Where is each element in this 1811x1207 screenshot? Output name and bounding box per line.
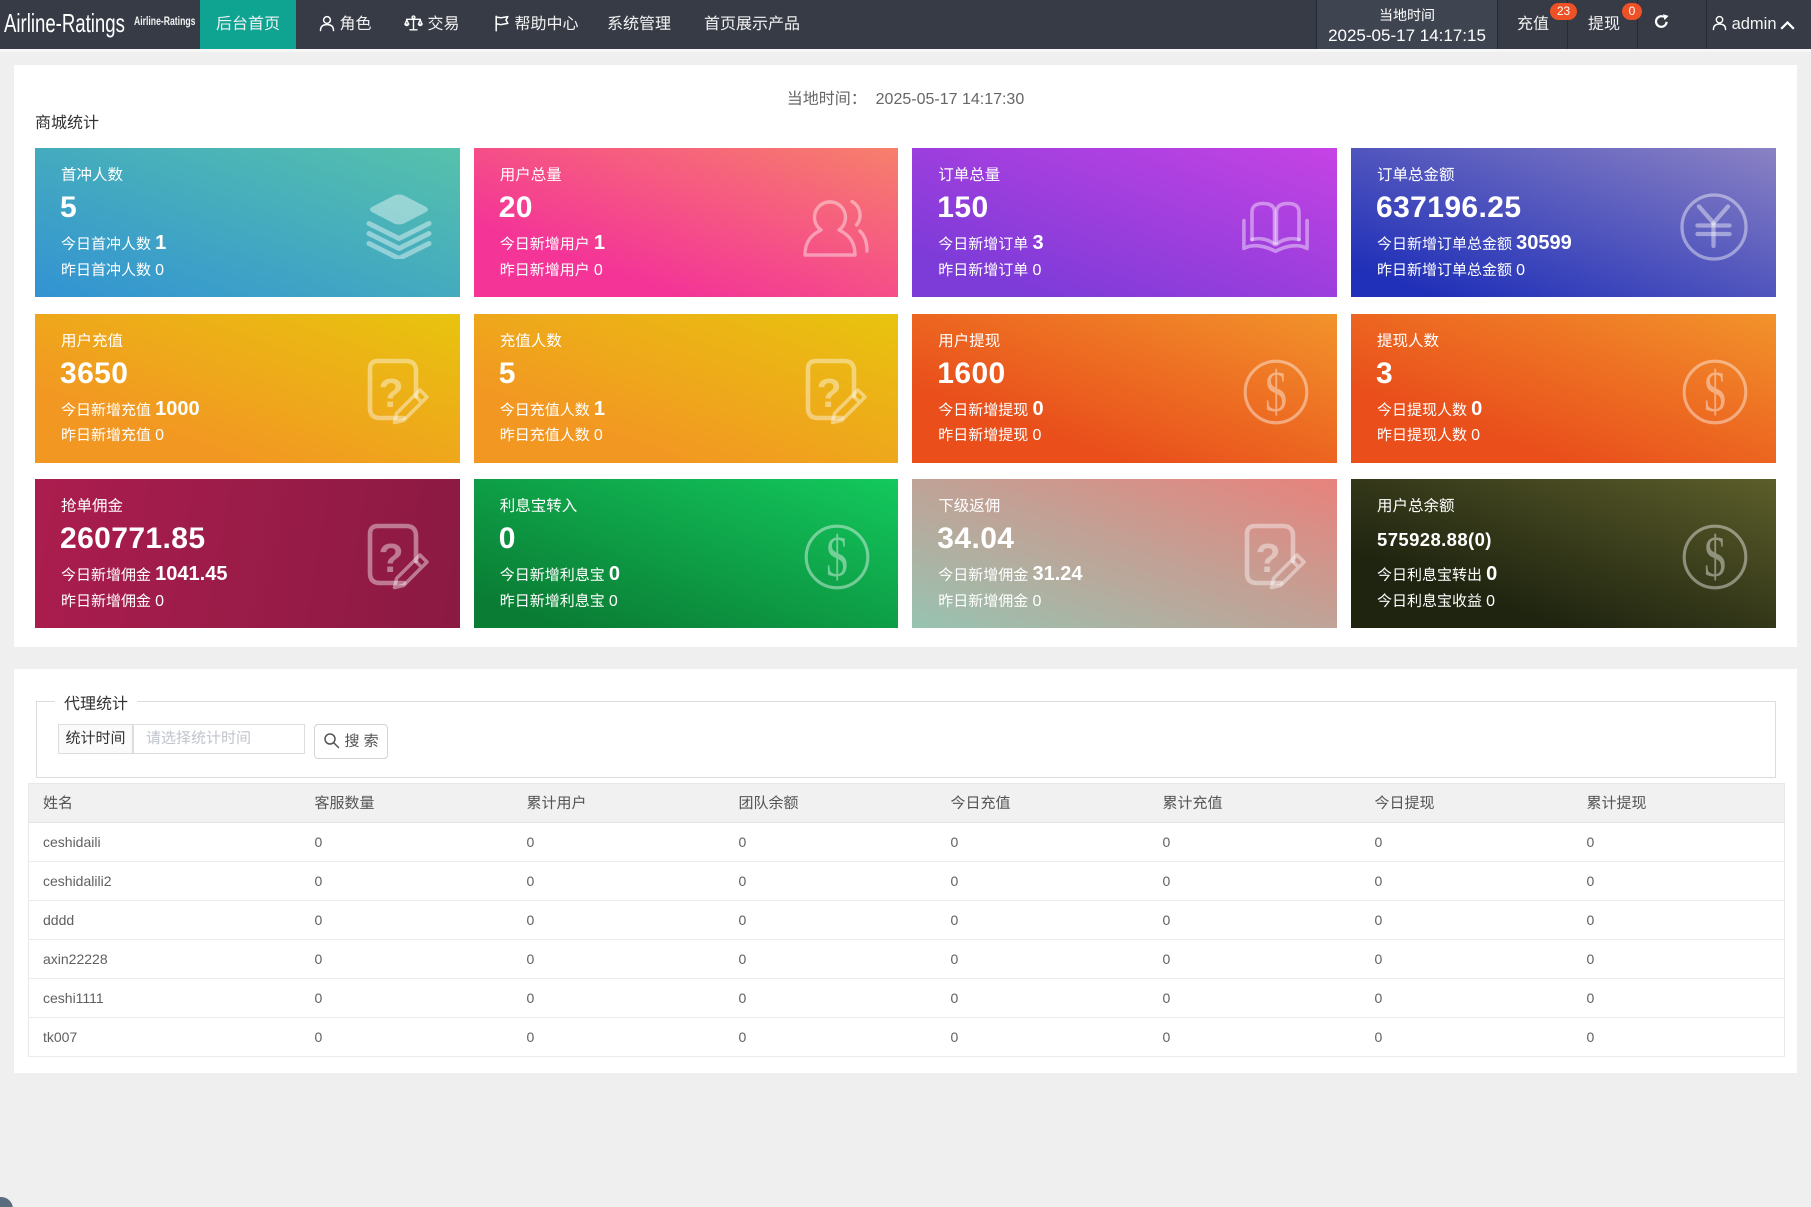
svg-text:$: $ xyxy=(1265,360,1287,424)
svg-text:$: $ xyxy=(1704,360,1726,424)
svg-text:$: $ xyxy=(1704,525,1726,589)
svg-text:$: $ xyxy=(826,525,848,589)
